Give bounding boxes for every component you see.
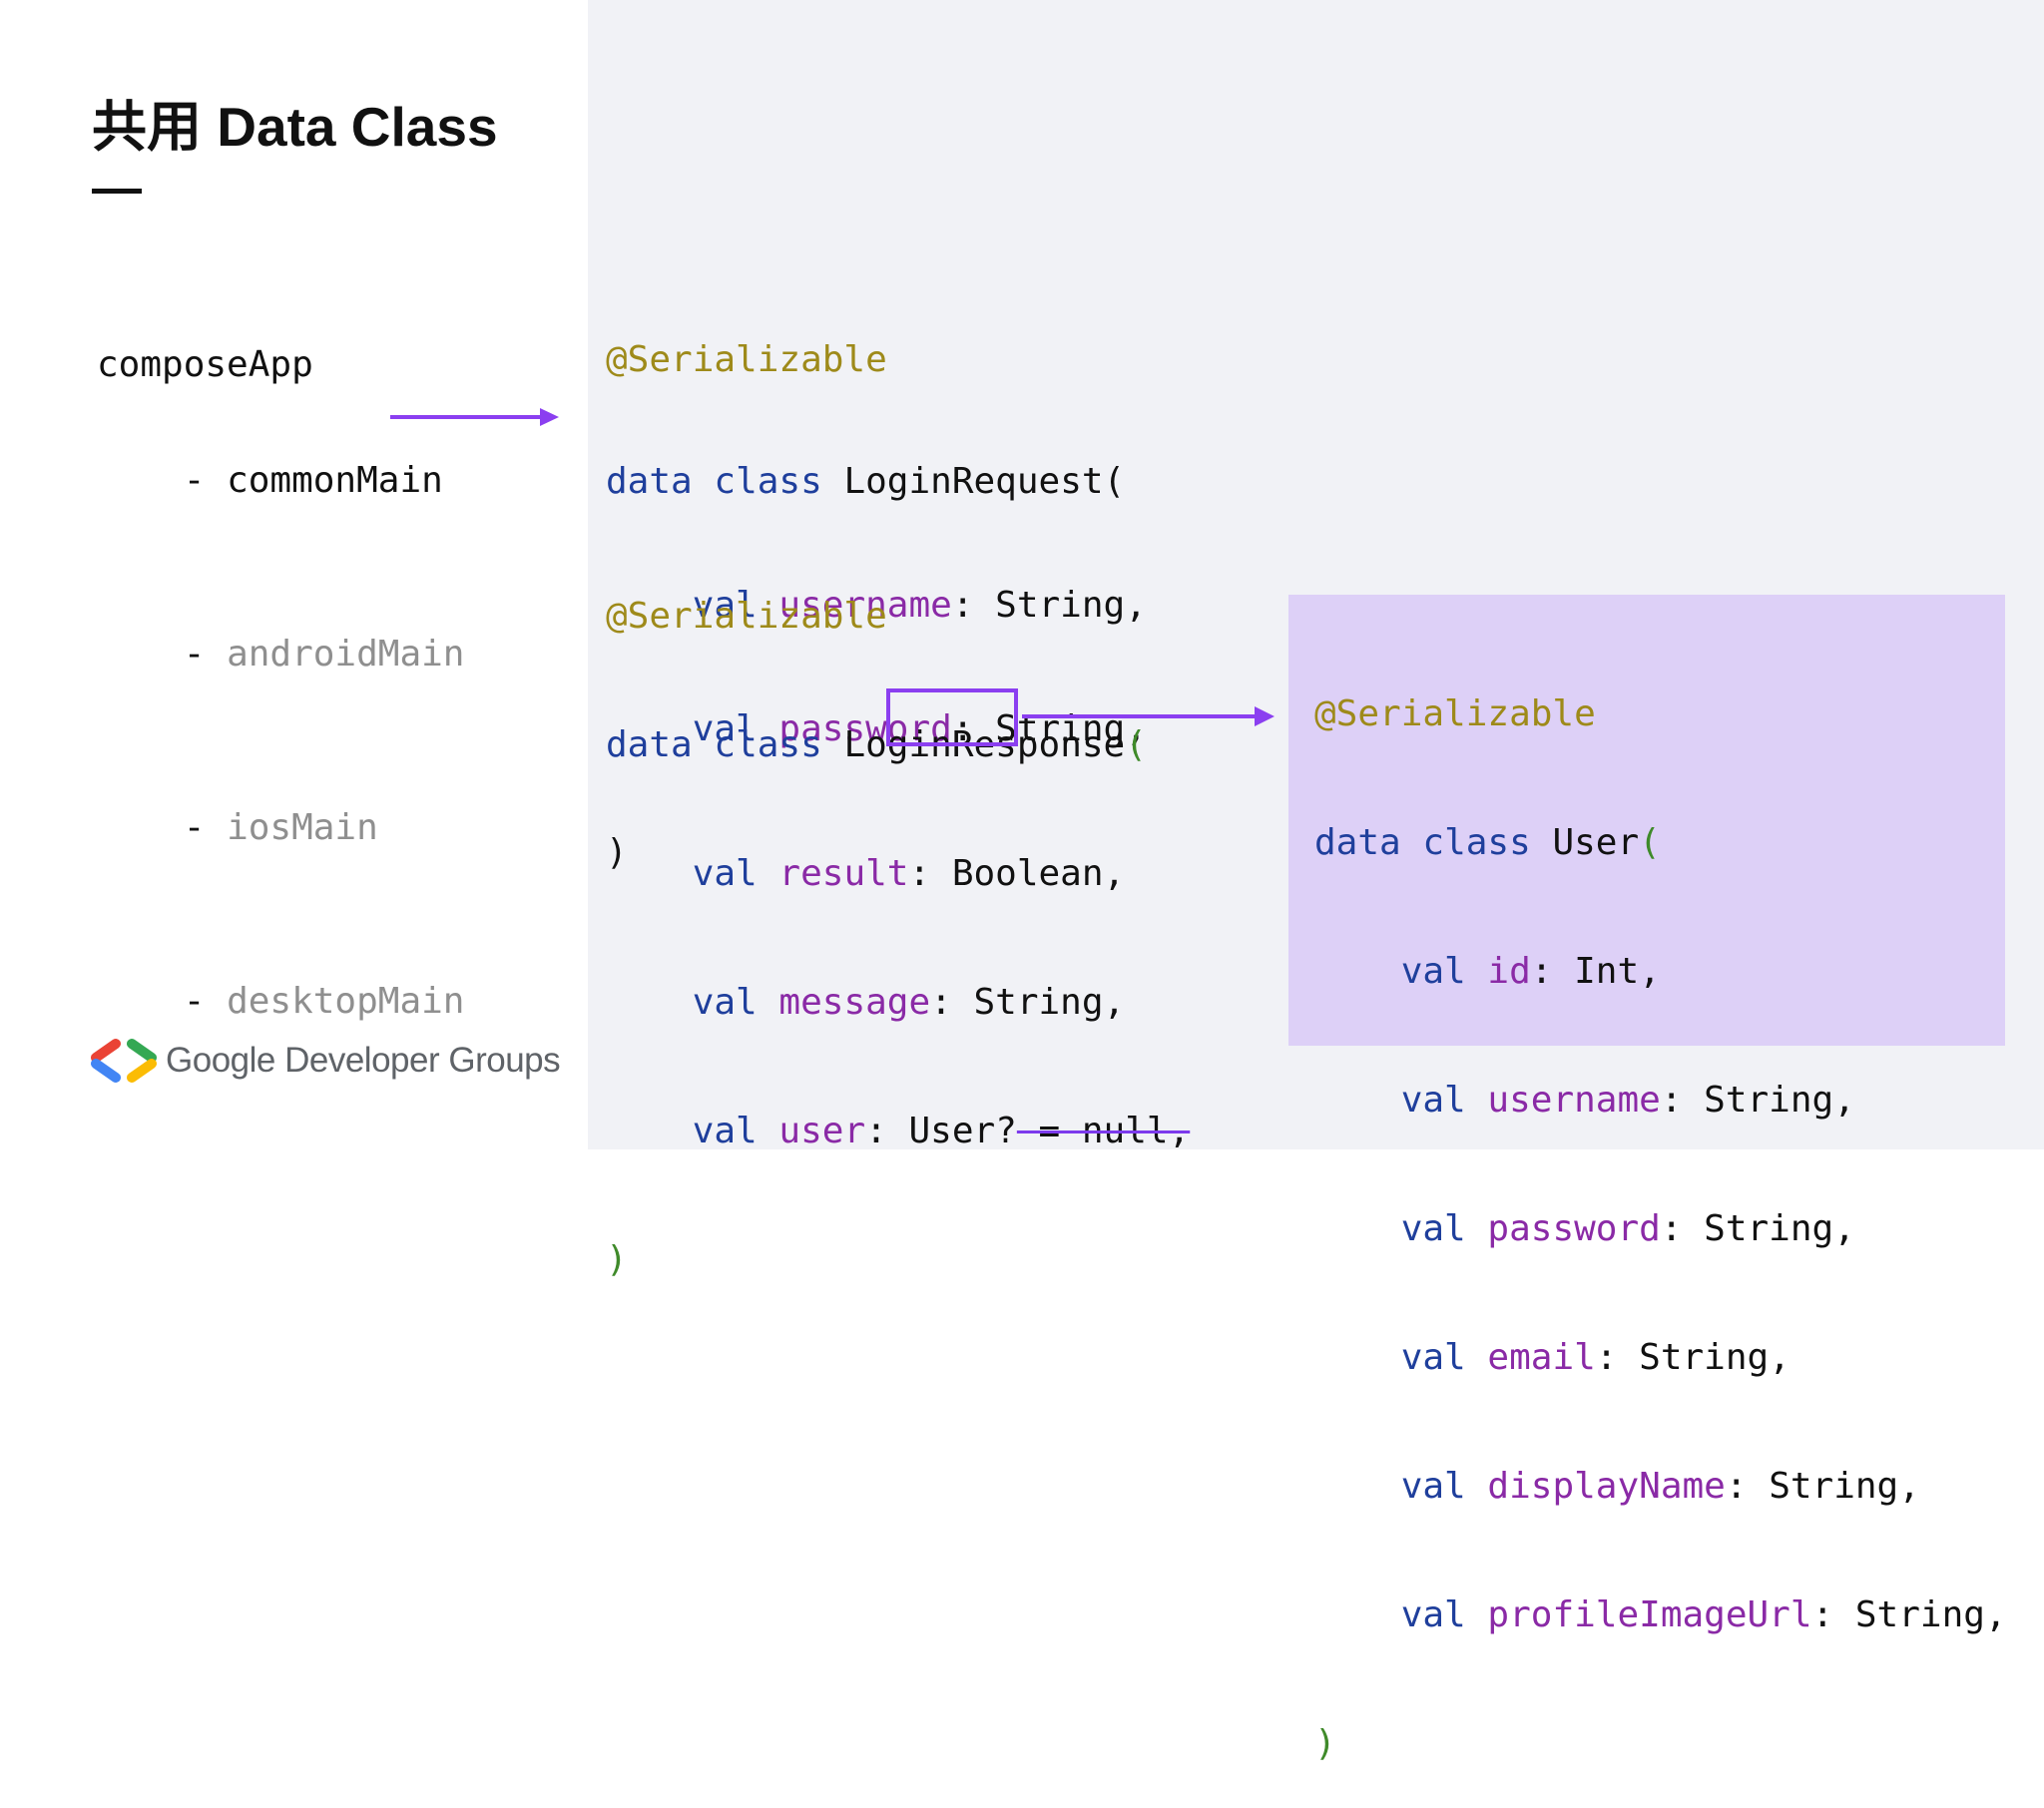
field-type: : String, xyxy=(1660,1080,1855,1121)
keyword-val: val xyxy=(1400,951,1466,992)
gdg-brackets-icon xyxy=(91,1039,157,1083)
annotation-serializable: @Serializable xyxy=(606,339,887,380)
keyword-class: class xyxy=(1422,822,1531,863)
slide-title: 共用 Data Class xyxy=(92,96,498,158)
keyword-data: data xyxy=(606,461,693,502)
tree-dash: - xyxy=(183,634,228,675)
keyword-class: class xyxy=(714,461,822,502)
keyword-val: val xyxy=(692,1111,758,1151)
field-name-user: user xyxy=(778,1111,866,1151)
field-name: id xyxy=(1487,951,1531,992)
field-type: : String, xyxy=(1811,1594,2007,1635)
keyword-data: data xyxy=(1314,822,1401,863)
code-user: @Serializable data class User( val id: I… xyxy=(1314,609,2007,1808)
tree-dash: - xyxy=(183,460,228,501)
keyword-val: val xyxy=(1400,1208,1466,1249)
field-type: : String, xyxy=(930,982,1126,1023)
open-paren: ( xyxy=(1125,724,1147,765)
tree-item-label: desktopMain xyxy=(227,981,465,1022)
keyword-data: data xyxy=(606,724,693,765)
field-name: result xyxy=(778,853,909,894)
tree-item-label: iosMain xyxy=(227,807,378,848)
user-type-highlight-box xyxy=(886,688,1018,746)
tree-item-commonmain: - commonMain xyxy=(97,394,464,568)
keyword-val: val xyxy=(1400,1337,1466,1378)
field-name: message xyxy=(778,982,931,1023)
annotation-serializable: @Serializable xyxy=(606,596,887,637)
close-paren: ) xyxy=(606,1239,628,1280)
field-type-user: User? xyxy=(908,1111,1017,1151)
field-type: : String, xyxy=(1595,1337,1790,1378)
field-type: : Boolean, xyxy=(908,853,1126,894)
tree-item-androidmain: - androidMain xyxy=(97,568,465,741)
keyword-val: val xyxy=(1400,1594,1466,1635)
tree-root-composeapp: composeApp xyxy=(97,344,313,385)
tree-dash: - xyxy=(183,807,228,848)
tree-item-label: commonMain xyxy=(227,460,443,501)
module-tree: composeApp - commonMain - androidMain - … xyxy=(97,336,464,1089)
field-type: : Int, xyxy=(1530,951,1661,992)
field-default-null: = null, xyxy=(1016,1111,1191,1151)
tree-dash: - xyxy=(183,981,228,1022)
title-underline xyxy=(92,189,142,194)
field-name: password xyxy=(1487,1208,1661,1249)
field-colon: : xyxy=(865,1111,909,1151)
tree-item-iosmain: - iosMain xyxy=(97,741,464,915)
field-name: username xyxy=(1487,1080,1661,1121)
keyword-val: val xyxy=(1400,1466,1466,1507)
close-paren: ) xyxy=(1314,1723,1336,1764)
field-name: email xyxy=(1487,1337,1596,1378)
keyword-val: val xyxy=(692,853,758,894)
keyword-class: class xyxy=(714,724,822,765)
tree-item-label: androidMain xyxy=(227,634,465,675)
gdg-logo: Google Developer Groups xyxy=(88,1038,561,1084)
field-type: : String, xyxy=(1725,1466,1920,1507)
open-paren: ( xyxy=(1639,822,1661,863)
annotation-serializable: @Serializable xyxy=(1314,693,1596,734)
keyword-val: val xyxy=(1400,1080,1466,1121)
keyword-val: val xyxy=(692,982,758,1023)
field-name: profileImageUrl xyxy=(1487,1594,1812,1635)
field-type: : String, xyxy=(1660,1208,1855,1249)
field-name: displayName xyxy=(1487,1466,1726,1507)
gdg-wordmark: Google Developer Groups xyxy=(166,1041,561,1080)
open-paren: ( xyxy=(1103,461,1126,502)
class-name: LoginRequest xyxy=(843,461,1104,502)
class-name: User xyxy=(1552,822,1640,863)
code-login-response: @Serializable data class LoginResponse( … xyxy=(606,511,1190,1324)
